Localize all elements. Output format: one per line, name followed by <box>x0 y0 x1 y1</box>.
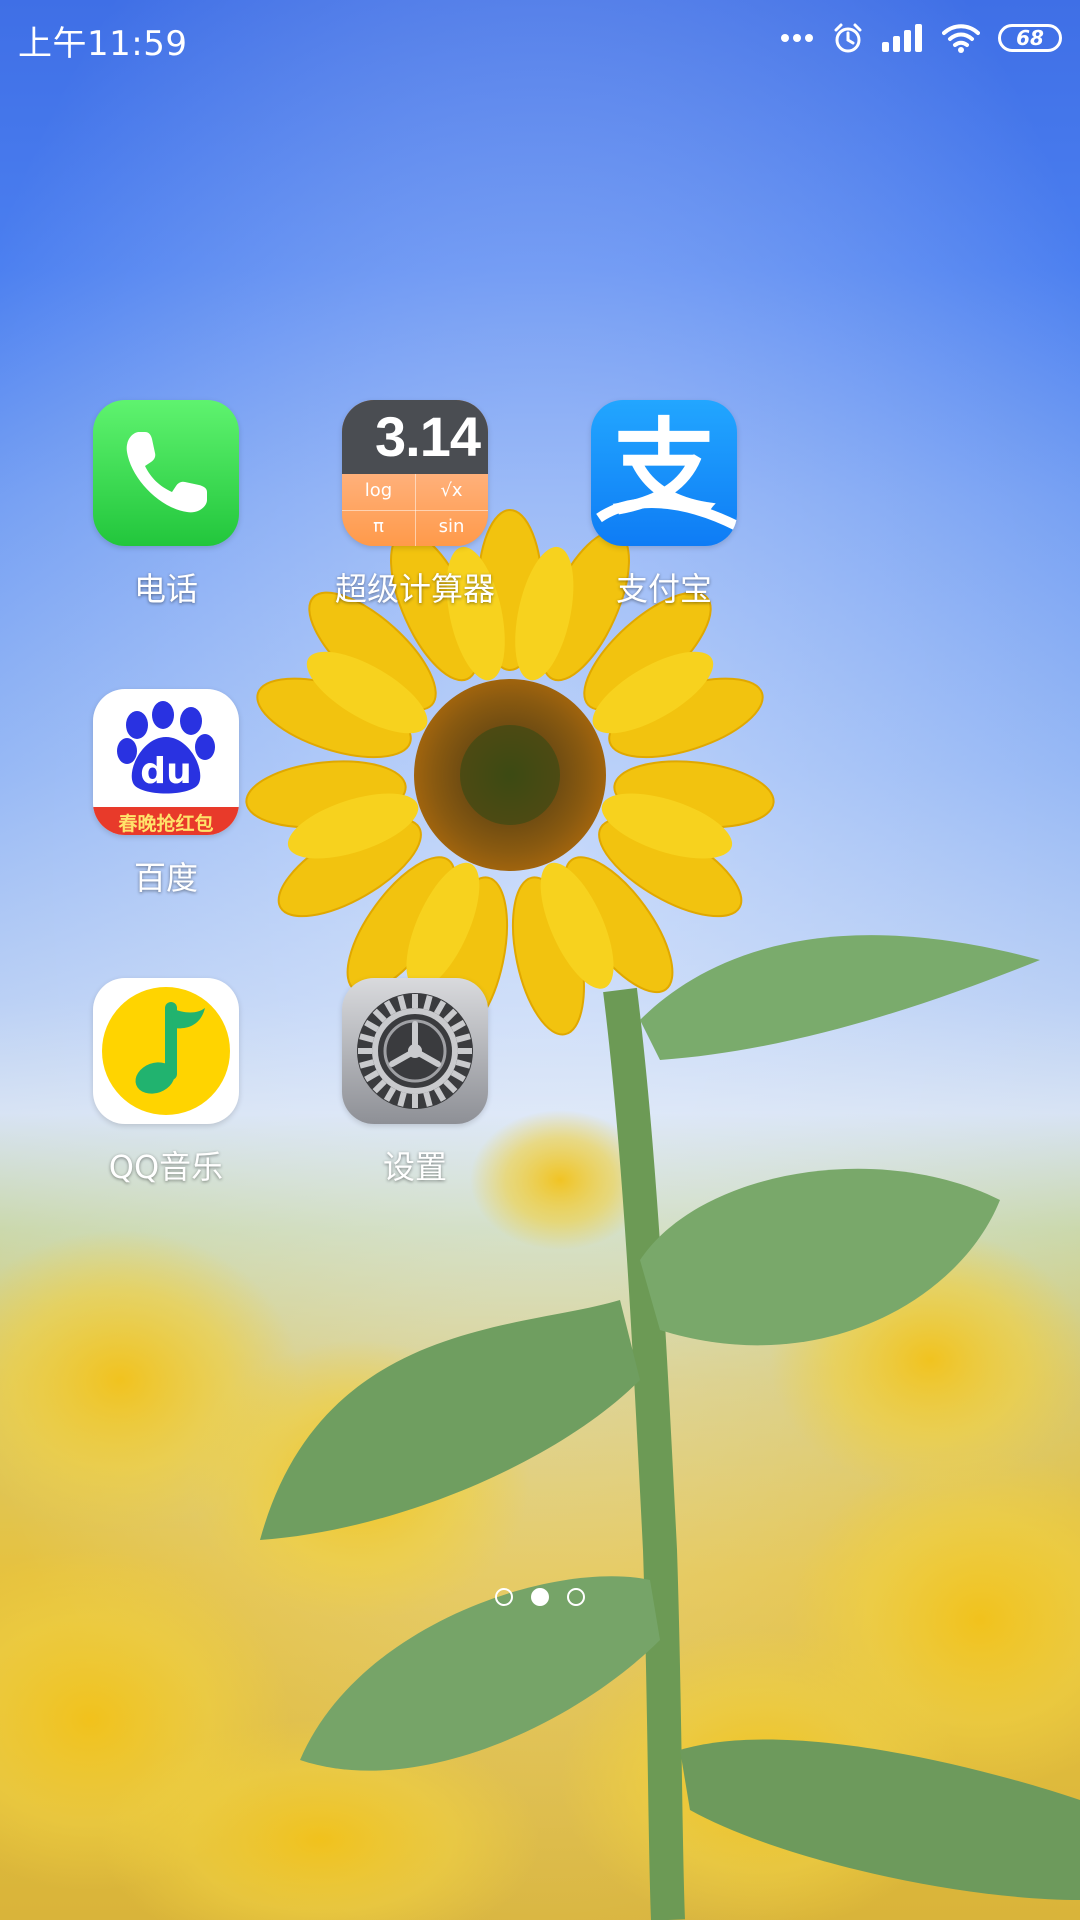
calculator-icon: 3.14 log √x π sin <box>342 400 488 546</box>
sunflower-wallpaper <box>0 0 1080 1920</box>
calc-key-log: log <box>364 480 393 501</box>
calc-key-sin: sin <box>438 516 465 537</box>
qq-music-icon <box>93 978 239 1124</box>
app-label: QQ音乐 <box>108 1148 224 1186</box>
app-phone[interactable]: 电话 <box>66 400 266 610</box>
app-alipay[interactable]: 支 支付宝 <box>564 400 764 610</box>
more-dots-icon <box>781 34 813 42</box>
app-label: 百度 <box>133 859 198 897</box>
app-label: 支付宝 <box>615 570 712 608</box>
battery-icon: 68 <box>998 24 1062 52</box>
wifi-icon <box>942 24 980 53</box>
alipay-icon: 支 <box>591 400 737 546</box>
signal-icon <box>882 24 922 52</box>
settings-gear-icon <box>342 978 488 1124</box>
baidu-icon: du 春晚抢红包 <box>93 689 239 835</box>
page-dot-1[interactable] <box>495 1588 513 1606</box>
app-qqmusic[interactable]: QQ音乐 <box>66 978 266 1188</box>
alarm-icon <box>834 23 862 53</box>
app-calculator[interactable]: 3.14 log √x π sin 超级计算器 <box>315 400 515 610</box>
calc-key-pi: π <box>373 516 384 537</box>
status-time: 上午11:59 <box>18 24 188 64</box>
phone-icon <box>93 400 239 546</box>
app-label: 电话 <box>133 570 198 608</box>
home-screen: 上午11:59 68 电话 3.14 log √x π sin 超级计算器 支 … <box>0 0 1080 1920</box>
app-settings[interactable]: 设置 <box>315 978 515 1188</box>
baidu-du-text: du <box>140 751 192 792</box>
calc-display-value: 3.14 <box>375 405 481 468</box>
app-baidu[interactable]: du 春晚抢红包 百度 <box>66 689 266 899</box>
battery-level: 68 <box>1016 26 1044 50</box>
page-dot-2[interactable] <box>531 1588 549 1606</box>
status-bar: 上午11:59 68 <box>0 0 1080 76</box>
page-indicator[interactable] <box>0 1588 1080 1606</box>
status-icons: 68 <box>780 16 1062 60</box>
app-label: 设置 <box>382 1148 447 1186</box>
baidu-banner-text: 春晚抢红包 <box>118 813 214 835</box>
page-dot-3[interactable] <box>567 1588 585 1606</box>
calc-key-sqrt: √x <box>440 480 463 501</box>
app-label: 超级计算器 <box>334 570 495 608</box>
